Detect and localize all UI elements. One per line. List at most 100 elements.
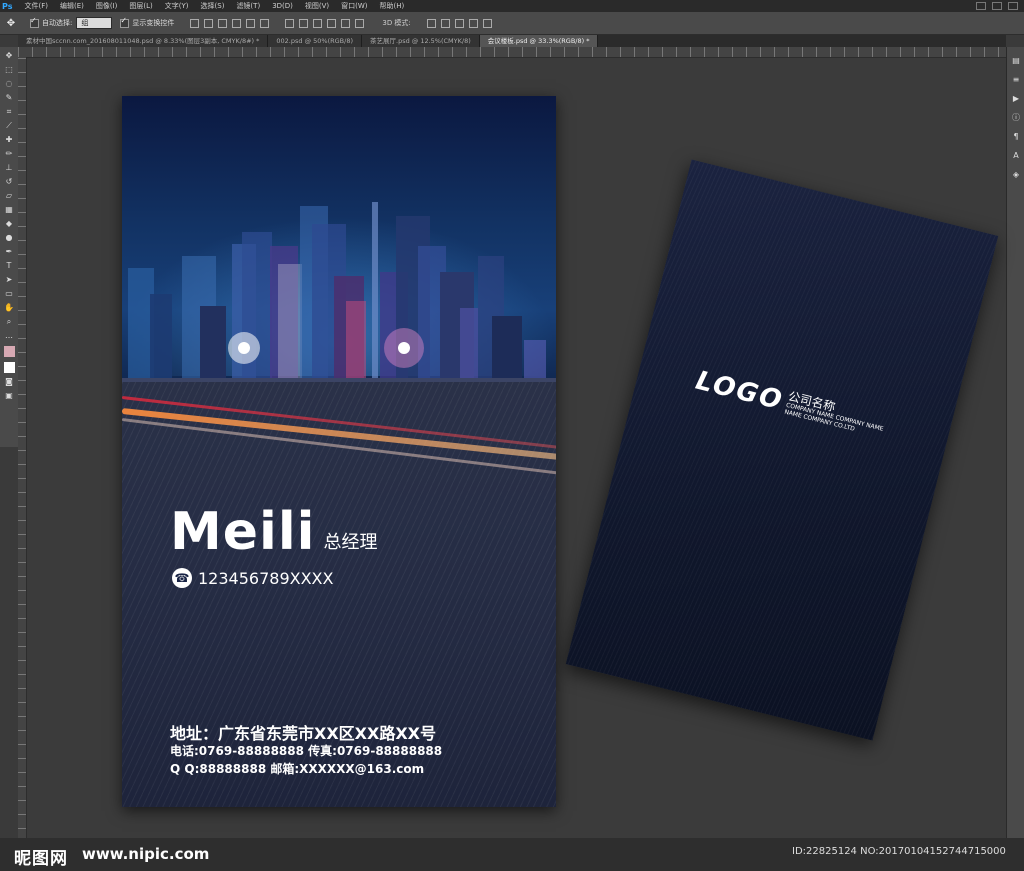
move-tool-icon[interactable]: ✥: [3, 50, 15, 61]
tab-document-4[interactable]: 会议楼板.psd @ 33.3%(RGB/8) *: [479, 35, 599, 47]
3d-slide-icon[interactable]: [468, 18, 478, 28]
show-transform-checkbox[interactable]: [120, 16, 130, 28]
menu-image[interactable]: 图像(I): [90, 1, 124, 11]
menu-view[interactable]: 视图(V): [299, 1, 335, 11]
character-panel-icon[interactable]: A: [1011, 150, 1022, 161]
eyedropper-tool-icon[interactable]: ⟋: [3, 120, 15, 131]
align-buttons: [190, 18, 270, 28]
screen-mode-icon[interactable]: ▣: [3, 390, 15, 401]
type-tool-icon[interactable]: T: [3, 260, 15, 271]
3d-scale-icon[interactable]: [482, 18, 492, 28]
auto-select-label: 自动选择:: [42, 19, 73, 27]
distribute-right-icon[interactable]: [355, 18, 365, 28]
align-left-icon[interactable]: [232, 18, 242, 28]
phone-number: 123456789XXXX: [198, 568, 334, 588]
tab-document-2[interactable]: 002.psd @ 50%(RGB/8): [268, 35, 362, 47]
paragraph-panel-icon[interactable]: ¶: [1011, 131, 1022, 142]
foreground-color-swatch[interactable]: [3, 346, 15, 357]
person-name: Meili: [170, 502, 316, 562]
auto-select-checkbox[interactable]: [30, 16, 39, 28]
menu-3d[interactable]: 3D(D): [266, 2, 299, 10]
logo-text: LOGO: [692, 366, 787, 417]
menu-type[interactable]: 文字(Y): [159, 1, 195, 11]
3d-mode-buttons: [426, 18, 492, 28]
history-panel-icon[interactable]: ▤: [1011, 55, 1022, 66]
distribute-buttons: [285, 18, 365, 28]
shape-tool-icon[interactable]: ▭: [3, 288, 15, 299]
align-center-icon[interactable]: [246, 18, 256, 28]
move-tool-icon[interactable]: ✥: [0, 18, 22, 29]
tel-fax-line: 电话:0769-88888888 传真:0769-88888888: [170, 744, 443, 758]
3d-pan-icon[interactable]: [454, 18, 464, 28]
maximize-button[interactable]: [992, 2, 1002, 10]
menu-layer[interactable]: 图层(L): [123, 1, 158, 11]
quick-select-tool-icon[interactable]: ✎: [3, 92, 15, 103]
3d-roll-icon[interactable]: [440, 18, 450, 28]
hand-tool-icon[interactable]: ✋: [3, 302, 15, 313]
distribute-middle-icon[interactable]: [299, 18, 309, 28]
pen-tool-icon[interactable]: ✒: [3, 246, 15, 257]
show-transform-label: 显示变换控件: [132, 19, 175, 27]
path-select-tool-icon[interactable]: ➤: [3, 274, 15, 285]
menu-window[interactable]: 窗口(W): [335, 1, 373, 11]
align-bottom-icon[interactable]: [218, 18, 228, 28]
menu-file[interactable]: 文件(F): [18, 1, 54, 11]
3d-mode-label: 3D 模式:: [382, 19, 411, 27]
right-panel-strip: ▤ ≡ ▶ ⓘ ¶ A ◈: [1006, 47, 1024, 871]
properties-panel-icon[interactable]: ≡: [1011, 74, 1022, 85]
dodge-tool-icon[interactable]: ●: [3, 232, 15, 243]
photoshop-logo: Ps: [2, 1, 13, 11]
tab-document-1[interactable]: 素材中国sccnn.com_201608011048.psd @ 8.33%(图…: [18, 35, 269, 47]
healing-tool-icon[interactable]: ✚: [3, 134, 15, 145]
building: [278, 264, 302, 380]
background-color-swatch[interactable]: [3, 362, 15, 373]
align-top-icon[interactable]: [190, 18, 200, 28]
name-title-group: Meili 总经理: [170, 506, 378, 558]
address-line: 地址：广东省东莞市XX区XX路XX号: [170, 724, 437, 743]
stamp-tool-icon[interactable]: ⊥: [3, 162, 15, 173]
distribute-center-icon[interactable]: [341, 18, 351, 28]
3d-rotate-icon[interactable]: [426, 18, 436, 28]
auto-select-dropdown[interactable]: 组: [76, 17, 113, 29]
menu-help[interactable]: 帮助(H): [374, 1, 411, 11]
business-card-front[interactable]: Meili 总经理 ☎ 123456789XXXX 地址：广东省东莞市XX区XX…: [122, 96, 556, 807]
menu-filter[interactable]: 滤镜(T): [230, 1, 266, 11]
close-button[interactable]: [1008, 2, 1018, 10]
eraser-tool-icon[interactable]: ▱: [3, 190, 15, 201]
city-skyline: [122, 202, 556, 384]
history-brush-icon[interactable]: ↺: [3, 176, 15, 187]
phone-icon: ☎: [172, 568, 192, 588]
3d-panel-icon[interactable]: ◈: [1011, 169, 1022, 180]
watermark-id: ID:22825124 NO:20170104152744715000: [792, 846, 1006, 857]
distribute-left-icon[interactable]: [327, 18, 337, 28]
crop-tool-icon[interactable]: ⌗: [3, 106, 15, 117]
distribute-top-icon[interactable]: [285, 18, 295, 28]
watermark-logo: 昵图网: [14, 849, 68, 869]
lasso-tool-icon[interactable]: ◌: [3, 78, 15, 89]
distribute-bottom-icon[interactable]: [313, 18, 323, 28]
glare-light: [238, 342, 250, 354]
tools-panel: ✥ ⬚ ◌ ✎ ⌗ ⟋ ✚ ✏ ⊥ ↺ ▱ ▦ ◆ ● ✒ T ➤ ▭ ✋ ⌕ …: [0, 47, 19, 447]
menu-edit[interactable]: 编辑(E): [54, 1, 90, 11]
quick-mask-icon[interactable]: ◙: [3, 376, 15, 387]
building: [524, 340, 546, 380]
blur-tool-icon[interactable]: ◆: [3, 218, 15, 229]
minimize-button[interactable]: [976, 2, 986, 10]
info-panel-icon[interactable]: ⓘ: [1011, 112, 1022, 123]
phone-row: ☎ 123456789XXXX: [172, 568, 333, 588]
align-middle-icon[interactable]: [204, 18, 214, 28]
gradient-tool-icon[interactable]: ▦: [3, 204, 15, 215]
more-tools-icon[interactable]: …: [3, 330, 15, 341]
brush-tool-icon[interactable]: ✏: [3, 148, 15, 159]
logo-block: LOGO 公司名称 COMPANY NAME COMPANY NAME NAME…: [692, 366, 887, 440]
window-controls: [976, 2, 1024, 10]
building: [200, 306, 226, 380]
zoom-tool-icon[interactable]: ⌕: [3, 316, 15, 327]
menu-select[interactable]: 选择(S): [195, 1, 231, 11]
building: [460, 308, 478, 380]
tab-document-3[interactable]: 茶艺展厅.psd @ 12.5%(CMYK/8): [362, 35, 480, 47]
actions-panel-icon[interactable]: ▶: [1011, 93, 1022, 104]
document-tabs: 素材中国sccnn.com_201608011048.psd @ 8.33%(图…: [18, 35, 1006, 47]
marquee-tool-icon[interactable]: ⬚: [3, 64, 15, 75]
align-right-icon[interactable]: [260, 18, 270, 28]
